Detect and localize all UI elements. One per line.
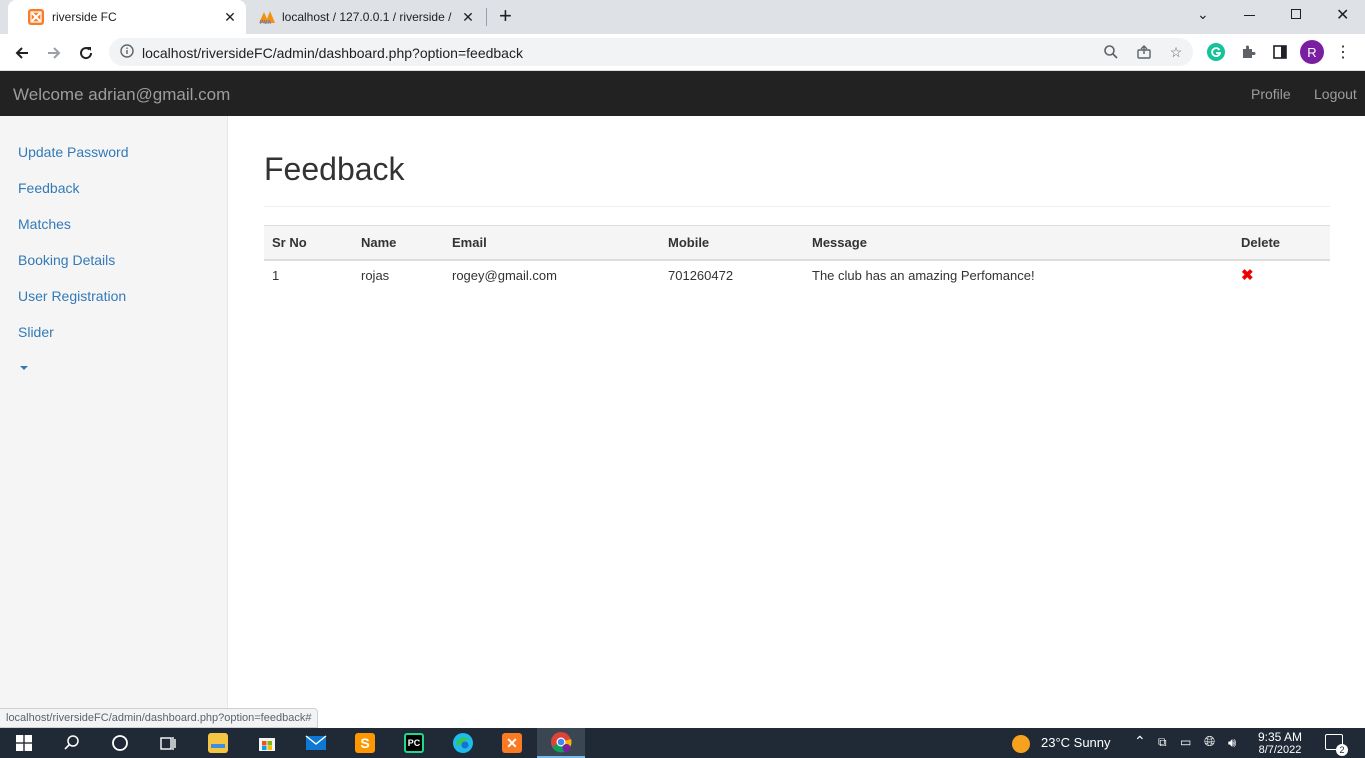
browser-toolbar: localhost/riversideFC/admin/dashboard.ph…: [0, 34, 1365, 71]
header-mobile: Mobile: [660, 225, 804, 261]
sidebar-item-update-password[interactable]: Update Password: [18, 144, 129, 160]
logout-link[interactable]: Logout: [1314, 86, 1357, 102]
browser-tab-strip: riverside FC ✕ PMA localhost / 127.0.0.1…: [0, 0, 1365, 34]
microsoft-store-icon[interactable]: [243, 728, 291, 758]
dropdown-caret-icon[interactable]: [20, 366, 28, 370]
chrome-taskbar-icon[interactable]: [537, 728, 585, 758]
page-title: Feedback: [264, 151, 405, 187]
header-email: Email: [444, 225, 660, 261]
tab-divider: [486, 8, 487, 26]
grammarly-extension-icon[interactable]: [1206, 42, 1226, 62]
main-content: Feedback Sr No Name Email Mobile Message…: [228, 116, 1365, 728]
back-arrow-icon[interactable]: [9, 40, 35, 66]
header-sr-no: Sr No: [264, 225, 353, 261]
phpmyadmin-icon: PMA: [258, 9, 275, 26]
show-hidden-icons-chevron-icon[interactable]: ⌃: [1134, 733, 1146, 750]
edge-browser-icon[interactable]: [439, 728, 487, 758]
search-icon[interactable]: [48, 728, 96, 758]
close-tab-icon[interactable]: ✕: [460, 9, 476, 25]
delete-x-icon[interactable]: ✖: [1241, 267, 1254, 284]
tab-title: riverside FC: [52, 10, 117, 24]
profile-avatar[interactable]: R: [1300, 40, 1324, 64]
restore-icon[interactable]: [1291, 9, 1301, 19]
volume-icon[interactable]: 🔊︎: [1228, 735, 1236, 751]
svg-text:PMA: PMA: [260, 20, 272, 25]
notification-count-badge: 2: [1336, 744, 1348, 756]
weather-sun-icon[interactable]: [1012, 735, 1030, 753]
xampp-icon: [28, 9, 44, 25]
table-row: 1 rojas rogey@gmail.com 701260472 The cl…: [264, 260, 1330, 290]
minimize-icon[interactable]: [1244, 15, 1255, 16]
xampp-taskbar-icon[interactable]: ✕: [488, 728, 536, 758]
tab-search-chevron-icon[interactable]: ⌄: [1197, 6, 1209, 23]
forward-arrow-icon[interactable]: [41, 40, 67, 66]
new-tab-button[interactable]: +: [499, 5, 512, 27]
welcome-text[interactable]: Welcome adrian@gmail.com: [13, 85, 230, 105]
file-explorer-icon[interactable]: [194, 728, 242, 758]
cell-email: rogey@gmail.com: [452, 267, 557, 283]
app-navbar: Welcome adrian@gmail.com Profile Logout: [0, 71, 1365, 116]
cell-mobile: 701260472: [668, 267, 734, 283]
extensions-puzzle-icon[interactable]: [1238, 42, 1258, 62]
cell-delete: ✖: [1233, 260, 1330, 290]
reload-icon[interactable]: [73, 40, 99, 66]
sublime-text-icon[interactable]: S: [341, 728, 389, 758]
tab-riverside-fc[interactable]: riverside FC ✕: [8, 0, 246, 34]
sidebar-item-matches[interactable]: Matches: [18, 216, 71, 232]
cortana-icon[interactable]: [96, 728, 144, 758]
tab-phpmyadmin[interactable]: PMA localhost / 127.0.0.1 / riverside / …: [238, 0, 486, 34]
clock-time: 9:35 AM: [1257, 730, 1303, 744]
address-bar[interactable]: localhost/riversideFC/admin/dashboard.ph…: [109, 38, 1193, 66]
network-globe-icon[interactable]: 🌐︎: [1204, 733, 1215, 750]
header-name: Name: [353, 225, 444, 261]
windows-start-icon[interactable]: [0, 728, 48, 758]
sidebar-item-feedback[interactable]: Feedback: [18, 180, 79, 196]
sidebar: Update Password Feedback Matches Booking…: [0, 116, 228, 728]
header-message: Message: [804, 225, 1233, 261]
feedback-table: Sr No Name Email Mobile Message Delete 1…: [264, 225, 1330, 290]
side-panel-icon[interactable]: [1270, 42, 1290, 62]
windows-taskbar: S PC ✕ 23°C Sunny ⌃ ⧉ ▭ 🌐︎ 🔊︎ 9:35 AM 8/…: [0, 728, 1365, 758]
sidebar-item-slider[interactable]: Slider: [18, 324, 54, 340]
status-url-bubble: localhost/riversideFC/admin/dashboard.ph…: [0, 708, 319, 728]
sidebar-item-booking-details[interactable]: Booking Details: [18, 252, 115, 268]
table-header-row: Sr No Name Email Mobile Message Delete: [264, 225, 1330, 261]
bookmark-star-icon[interactable]: ☆: [1168, 44, 1184, 60]
header-delete: Delete: [1233, 225, 1330, 261]
share-icon[interactable]: [1136, 44, 1152, 60]
pycharm-icon[interactable]: PC: [390, 728, 438, 758]
site-info-icon[interactable]: [119, 44, 135, 60]
weather-text[interactable]: 23°C Sunny: [1041, 735, 1111, 750]
cell-sr-no: 1: [272, 267, 280, 283]
profile-link[interactable]: Profile: [1251, 86, 1291, 102]
sidebar-item-user-registration[interactable]: User Registration: [18, 288, 126, 304]
clock-date: 8/7/2022: [1258, 744, 1302, 756]
url-text: localhost/riversideFC/admin/dashboard.ph…: [142, 45, 523, 61]
tab-title: localhost / 127.0.0.1 / riverside /: [282, 10, 452, 24]
cell-name: rojas: [361, 267, 390, 283]
task-view-icon[interactable]: [144, 728, 192, 758]
zoom-search-icon[interactable]: [1103, 44, 1119, 60]
divider: [264, 206, 1330, 207]
battery-icon[interactable]: ▭: [1180, 735, 1191, 749]
browser-menu-icon[interactable]: ⋮: [1333, 42, 1353, 62]
meet-now-icon[interactable]: ⧉: [1158, 735, 1167, 750]
close-window-icon[interactable]: ✕: [1336, 5, 1349, 25]
clock[interactable]: 9:35 AM 8/7/2022: [1252, 731, 1308, 757]
mail-icon[interactable]: [292, 728, 340, 758]
cell-message: The club has an amazing Perfomance!: [812, 267, 1035, 283]
close-tab-icon[interactable]: ✕: [222, 9, 238, 25]
